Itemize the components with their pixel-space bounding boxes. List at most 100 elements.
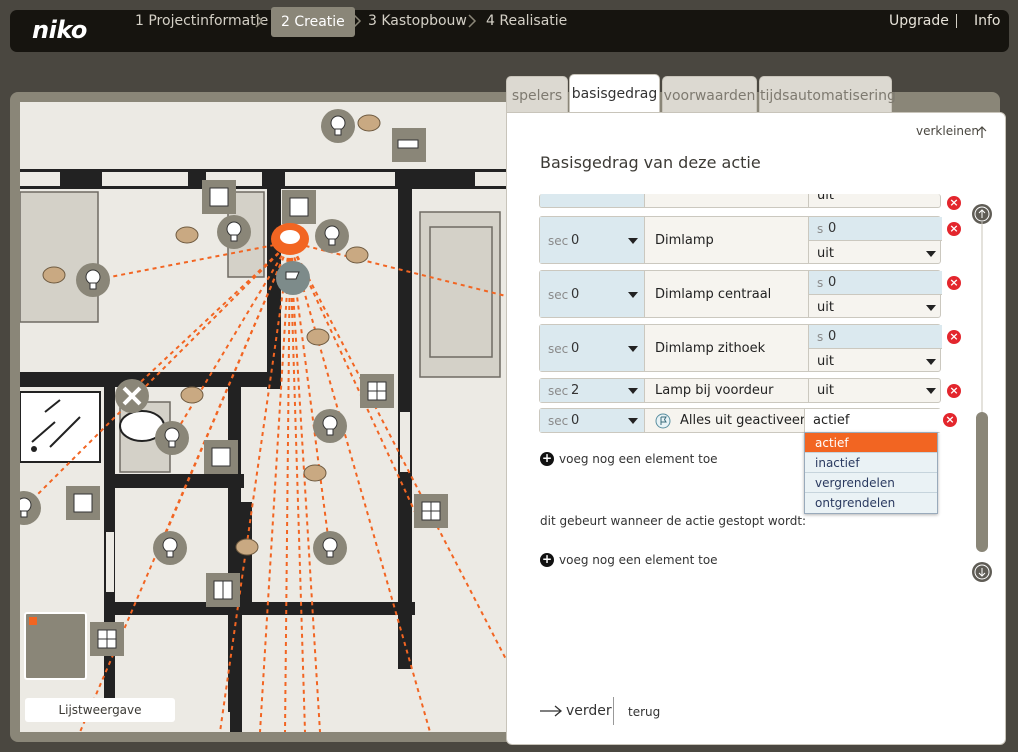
chevron-down-icon[interactable] — [628, 292, 638, 298]
dropdown-option-ontgrendelen[interactable]: ontgrendelen — [805, 493, 937, 513]
dropdown-option-inactief[interactable]: inactief — [805, 453, 937, 473]
switch-icon[interactable] — [282, 190, 316, 224]
light-bulb-icon[interactable] — [154, 420, 190, 456]
sec-field[interactable]: sec 0 — [540, 217, 645, 263]
grid-switch-icon[interactable] — [414, 494, 448, 528]
add-element-link[interactable]: voeg nog een element toe — [559, 452, 718, 466]
camera-icon[interactable] — [392, 128, 426, 162]
s-label: s — [817, 222, 824, 236]
dropdown-option-vergrendelen[interactable]: vergrendelen — [805, 473, 937, 493]
chevron-down-icon[interactable] — [926, 305, 936, 311]
tab-tijdsautomatisering[interactable]: tijdsautomatisering — [759, 76, 896, 112]
value-select[interactable]: uit — [817, 300, 834, 315]
chevron-down-icon[interactable] — [628, 238, 638, 244]
step-realisatie[interactable]: 4 Realisatie — [486, 0, 567, 42]
next-button[interactable]: verder — [566, 703, 612, 719]
back-button[interactable]: terug — [628, 705, 660, 719]
s-field[interactable]: s 0 — [809, 217, 942, 241]
value-field[interactable]: actief — [804, 409, 941, 432]
fan-icon[interactable] — [114, 378, 150, 414]
action-speech-icon[interactable] — [270, 222, 312, 258]
delete-icon[interactable]: × — [947, 276, 961, 290]
sec-label: sec — [548, 414, 569, 428]
value-select[interactable]: uit — [817, 354, 834, 369]
scroll-up-button[interactable] — [972, 204, 992, 224]
value-select[interactable]: uit — [817, 383, 834, 398]
arrow-down-icon — [974, 564, 990, 580]
delete-icon[interactable]: × — [947, 196, 961, 210]
floor-plan-map[interactable] — [20, 102, 510, 732]
switch-icon[interactable] — [206, 573, 240, 607]
speech-bubble-icon[interactable] — [345, 246, 369, 266]
light-bulb-icon[interactable] — [216, 214, 252, 250]
speech-bubble-icon[interactable] — [180, 386, 204, 406]
scroll-down-button[interactable] — [972, 562, 992, 582]
delete-icon[interactable]: × — [947, 384, 961, 398]
chevron-down-icon[interactable] — [628, 418, 638, 424]
sec-label: sec — [548, 342, 569, 356]
light-bulb-icon[interactable] — [20, 490, 42, 526]
s-value: 0 — [828, 221, 837, 236]
grid-switch-icon[interactable] — [90, 622, 124, 656]
value-field[interactable]: s 0 uit — [808, 217, 942, 263]
value-field[interactable]: s 0 uit — [808, 271, 942, 317]
s-field[interactable]: s 0 — [809, 325, 942, 349]
delete-icon[interactable]: × — [947, 222, 961, 236]
tab-spelers[interactable]: spelers — [506, 76, 568, 112]
arrow-right-icon[interactable] — [539, 704, 563, 718]
chevron-down-icon[interactable] — [628, 388, 638, 394]
speech-bubble-icon[interactable] — [306, 328, 330, 348]
switch-icon[interactable] — [202, 180, 236, 214]
sec-field[interactable]: sec 2 — [540, 379, 645, 402]
add-icon[interactable]: + — [540, 452, 554, 466]
value-field[interactable]: uit — [808, 379, 941, 402]
speech-bubble-icon[interactable] — [175, 226, 199, 246]
value-field[interactable]: s 0 uit — [808, 325, 942, 371]
scrollbar-thumb[interactable] — [976, 412, 988, 552]
speech-bubble-icon[interactable] — [235, 538, 259, 558]
shrink-link[interactable]: verkleinen — [916, 124, 979, 138]
s-field[interactable]: s 0 — [809, 271, 942, 295]
value-select[interactable]: actief — [813, 413, 849, 428]
chevron-down-icon[interactable] — [926, 251, 936, 257]
chevron-down-icon[interactable] — [926, 359, 936, 365]
flag-icon[interactable] — [275, 260, 311, 296]
light-bulb-icon[interactable] — [312, 408, 348, 444]
grid-switch-icon[interactable] — [360, 374, 394, 408]
light-bulb-icon[interactable] — [320, 108, 356, 144]
step-kastopbouw[interactable]: 3 Kastopbouw — [368, 0, 467, 42]
tab-basisgedrag[interactable]: basisgedrag — [569, 74, 660, 114]
info-link[interactable]: Info — [974, 0, 1001, 42]
arrow-up-icon[interactable] — [976, 125, 988, 139]
light-bulb-icon[interactable] — [75, 262, 111, 298]
upgrade-link[interactable]: Upgrade — [889, 0, 949, 42]
list-item-alles-uit: sec 0 Alles uit geactiveerd? actief — [539, 408, 941, 433]
dropdown-option-actief[interactable]: actief — [805, 433, 937, 453]
tab-voorwaarden[interactable]: voorwaarden — [662, 76, 757, 112]
niko-logo[interactable]: niko — [32, 16, 87, 44]
sec-field[interactable]: sec 0 — [540, 271, 645, 317]
sec-field[interactable]: sec 0 — [540, 325, 645, 371]
s-label: s — [817, 276, 824, 290]
switch-icon[interactable] — [204, 440, 238, 474]
value-select[interactable]: uit — [817, 246, 834, 261]
arrow-up-icon — [974, 206, 990, 222]
delete-icon[interactable]: × — [943, 413, 957, 427]
step-creatie[interactable]: 2 Creatie — [271, 7, 355, 37]
switch-icon[interactable] — [66, 486, 100, 520]
step-projectinformatie[interactable]: 1 Projectinformatie — [135, 0, 268, 42]
sec-field[interactable]: sec 0 — [540, 409, 645, 432]
map-minimap[interactable] — [24, 612, 87, 680]
delete-icon[interactable]: × — [947, 330, 961, 344]
add-icon[interactable]: + — [540, 553, 554, 567]
list-view-button[interactable]: Lijstweergave — [25, 698, 175, 722]
light-bulb-icon[interactable] — [152, 530, 188, 566]
chevron-down-icon[interactable] — [628, 346, 638, 352]
s-value: 0 — [828, 329, 837, 344]
chevron-down-icon[interactable] — [926, 388, 936, 394]
speech-bubble-icon[interactable] — [303, 464, 327, 484]
speech-bubble-icon[interactable] — [42, 266, 66, 286]
speech-bubble-icon[interactable] — [357, 114, 381, 134]
add-element-link-stop[interactable]: voeg nog een element toe — [559, 553, 718, 567]
light-bulb-icon[interactable] — [312, 530, 348, 566]
